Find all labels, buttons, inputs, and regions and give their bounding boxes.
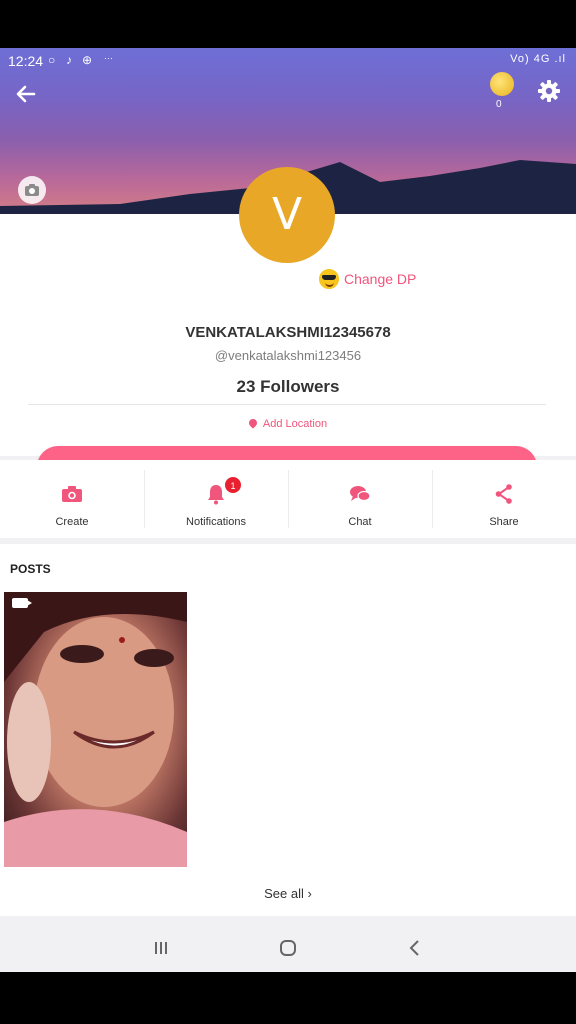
top-bezel	[0, 0, 576, 48]
action-bar: Create 1 Notifications Chat Share	[0, 460, 576, 538]
status-icon: ♪	[66, 53, 72, 67]
chat-icon	[350, 486, 371, 502]
sunglasses-emoji-icon	[318, 268, 340, 290]
divider	[28, 404, 546, 405]
notification-badge: 1	[224, 476, 242, 494]
change-dp-button[interactable]: Change DP	[318, 268, 416, 290]
status-more-icon: ···	[104, 53, 113, 63]
see-all-link[interactable]: See all ›	[0, 886, 576, 901]
gear-icon[interactable]	[536, 78, 562, 104]
coin-icon[interactable]	[490, 72, 514, 96]
profile-handle: @venkatalakshmi123456	[214, 348, 362, 363]
share-icon	[495, 484, 512, 504]
status-signal: Vo) 4G .ıl	[510, 53, 566, 65]
app-screen: 12:24 ○ ♪ ⊕ ··· Vo) 4G .ıl 0 V Change DP…	[0, 48, 576, 972]
back-arrow-icon[interactable]	[12, 80, 40, 108]
add-location-label: Add Location	[262, 418, 328, 430]
status-bar: 12:24 ○ ♪ ⊕ ··· Vo) 4G .ıl	[0, 48, 576, 74]
chat-label: Chat	[348, 516, 372, 528]
add-location-link[interactable]: Add Location	[0, 417, 576, 430]
android-nav-bar	[0, 924, 576, 972]
notifications-label: Notifications	[186, 516, 246, 528]
create-button[interactable]: Create	[0, 460, 144, 538]
post-image	[4, 592, 187, 867]
profile-username: VENKATALAKSHMI12345678	[185, 324, 391, 341]
coin-count: 0	[496, 99, 502, 110]
bottom-bezel	[0, 972, 576, 1024]
change-dp-label: Change DP	[344, 271, 417, 287]
camera-icon	[62, 486, 82, 502]
home-icon[interactable]	[276, 936, 300, 960]
status-icon: ⊕	[82, 53, 93, 67]
location-pin-icon	[247, 417, 259, 429]
recent-apps-icon[interactable]	[149, 936, 173, 960]
notifications-button[interactable]: 1 Notifications	[144, 460, 288, 538]
posts-title: POSTS	[10, 562, 51, 576]
chat-button[interactable]: Chat	[288, 460, 432, 538]
status-time: 12:24	[8, 53, 44, 69]
share-label: Share	[489, 516, 519, 528]
create-label: Create	[55, 516, 89, 528]
cover-camera-button[interactable]	[18, 176, 46, 204]
posts-section: POSTS See all ›	[0, 544, 576, 916]
status-icon: ○	[48, 53, 56, 67]
camera-icon	[25, 184, 39, 196]
post-thumbnail[interactable]	[4, 592, 187, 867]
avatar[interactable]: V	[239, 167, 335, 263]
share-button[interactable]: Share	[432, 460, 576, 538]
back-icon[interactable]	[403, 936, 427, 960]
video-camera-icon	[12, 598, 32, 608]
followers-count[interactable]: 23 Followers	[0, 377, 576, 397]
